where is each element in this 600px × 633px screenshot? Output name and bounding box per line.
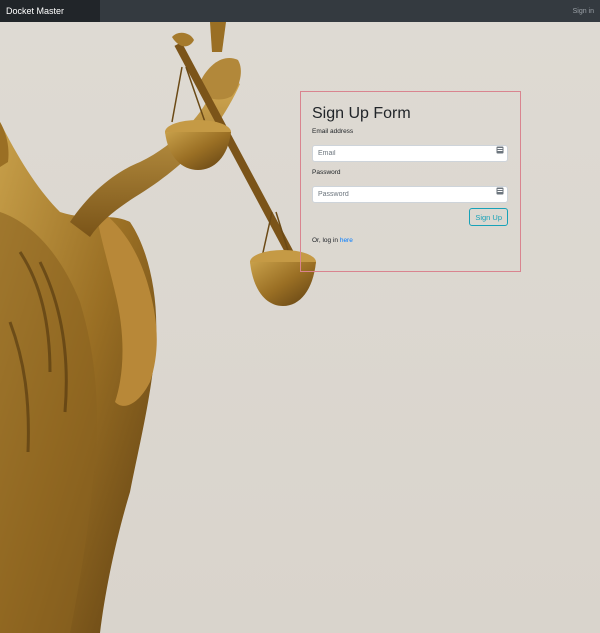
login-here-link[interactable]: here bbox=[340, 237, 353, 244]
password-manager-key-icon[interactable] bbox=[496, 146, 504, 154]
password-label: Password bbox=[312, 169, 341, 176]
brand-link[interactable]: Docket Master bbox=[0, 0, 100, 22]
navbar: Docket Master Sign in bbox=[0, 0, 600, 22]
button-row: Sign Up bbox=[312, 208, 508, 226]
signup-form-card: Sign Up Form Email address Password Sign… bbox=[300, 91, 521, 272]
email-label: Email address bbox=[312, 128, 354, 135]
form-title: Sign Up Form bbox=[312, 105, 411, 122]
login-prompt: Or, log in here bbox=[312, 237, 508, 244]
password-manager-key-icon[interactable] bbox=[496, 187, 504, 195]
password-input[interactable] bbox=[312, 186, 508, 203]
email-field-wrapper bbox=[312, 142, 508, 162]
email-input[interactable] bbox=[312, 145, 508, 162]
password-field-wrapper bbox=[312, 183, 508, 203]
sign-up-button[interactable]: Sign Up bbox=[469, 208, 508, 226]
nav-sign-in-link[interactable]: Sign in bbox=[573, 8, 600, 15]
login-prompt-text: Or, log in bbox=[312, 237, 340, 244]
